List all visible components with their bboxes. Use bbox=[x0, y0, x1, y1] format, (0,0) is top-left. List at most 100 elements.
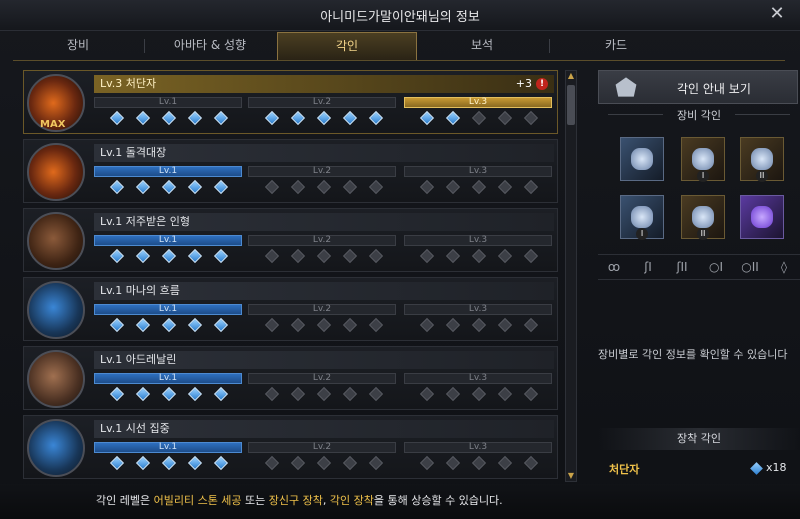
engraving-point-gem bbox=[523, 386, 539, 402]
stone-icon bbox=[751, 206, 773, 228]
engraving-point-gem bbox=[187, 386, 203, 402]
engraving-row-adrenaline[interactable]: Lv.1 아드레날린 Lv.1 Lv.2 Lv.3 bbox=[23, 346, 558, 410]
earring-1-filter-icon[interactable]: ʃI bbox=[634, 257, 662, 277]
engraving-point-gem bbox=[135, 179, 151, 195]
engraving-point-gem bbox=[497, 179, 513, 195]
engraving-point-gem bbox=[419, 455, 435, 471]
engraving-row-charge[interactable]: Lv.1 돌격대장 Lv.1 Lv.2 Lv.3 bbox=[23, 139, 558, 203]
necklace-slot[interactable] bbox=[620, 137, 664, 181]
engraving-point-gem bbox=[264, 248, 280, 264]
guide-label: 각인 안내 보기 bbox=[677, 82, 751, 96]
engraving-row-executioner[interactable]: MAX Lv.3 처단자 +3 ! Lv.1 Lv.2 Lv.3 bbox=[23, 70, 558, 134]
engraving-point-gem bbox=[471, 179, 487, 195]
engraving-point-gem bbox=[264, 110, 280, 126]
level-segment-1: Lv.1 bbox=[94, 97, 242, 108]
engraving-point-gem bbox=[342, 317, 358, 333]
tab-cards[interactable]: 카드 bbox=[549, 32, 683, 59]
ring-2-filter-icon[interactable]: ○II bbox=[736, 257, 764, 277]
engraving-point-gem bbox=[187, 455, 203, 471]
ring-1-filter-icon[interactable]: ○I bbox=[702, 257, 730, 277]
engraving-name: Lv.1 돌격대장 bbox=[94, 144, 554, 162]
tab-equipment[interactable]: 장비 bbox=[13, 32, 143, 59]
level-segment-2: Lv.2 bbox=[248, 442, 396, 453]
necklace-filter-icon[interactable]: ꝏ bbox=[600, 257, 628, 277]
engraving-list: MAX Lv.3 처단자 +3 ! Lv.1 Lv.2 Lv.3 Lv.1 돌격… bbox=[23, 70, 558, 482]
equipment-info-text: 장비별로 각인 정보를 확인할 수 있습니다 bbox=[598, 348, 788, 361]
tab-gems[interactable]: 보석 bbox=[415, 32, 549, 59]
engraving-row-cursed-doll[interactable]: Lv.1 저주받은 인형 Lv.1 Lv.2 Lv.3 bbox=[23, 208, 558, 272]
engraving-point-gem bbox=[445, 317, 461, 333]
engraving-point-gem bbox=[419, 317, 435, 333]
engraving-point-gem bbox=[135, 317, 151, 333]
adrenaline-icon bbox=[27, 350, 85, 408]
tab-avatar[interactable]: 아바타 & 성향 bbox=[143, 32, 277, 59]
earring-2-filter-icon[interactable]: ʃII bbox=[668, 257, 696, 277]
engraving-point-gem bbox=[316, 386, 332, 402]
engraving-point-gem bbox=[368, 386, 384, 402]
ability-stone-slot[interactable] bbox=[740, 195, 784, 239]
engraving-point-gem bbox=[290, 179, 306, 195]
scroll-up-icon[interactable]: ▲ bbox=[566, 71, 576, 81]
book-icon bbox=[615, 77, 637, 97]
engraving-point-gem bbox=[135, 248, 151, 264]
ring-2-slot[interactable]: II bbox=[681, 195, 725, 240]
engraving-point-gem bbox=[497, 317, 513, 333]
engraving-point-gem bbox=[523, 248, 539, 264]
scroll-down-icon[interactable]: ▼ bbox=[566, 471, 576, 481]
mounted-engraving-count: x18 bbox=[766, 461, 787, 474]
engraving-point-gem bbox=[445, 110, 461, 126]
engraving-point-gem bbox=[135, 455, 151, 471]
list-scrollbar[interactable]: ▲ ▼ bbox=[565, 70, 577, 482]
slot-number: I bbox=[697, 170, 709, 182]
engraving-point-gem bbox=[368, 248, 384, 264]
level-segment-1: Lv.1 bbox=[94, 442, 242, 453]
engraving-point-gem bbox=[523, 455, 539, 471]
engraving-point-gem bbox=[109, 179, 125, 195]
engraving-point-gem bbox=[161, 317, 177, 333]
equipment-engraving-heading: 장비 각인 bbox=[598, 107, 800, 123]
hint-text: , bbox=[322, 494, 330, 507]
engraving-point-gem bbox=[497, 455, 513, 471]
engraving-point-gem bbox=[264, 386, 280, 402]
slot-number: I bbox=[636, 228, 648, 240]
engraving-point-gem bbox=[109, 248, 125, 264]
engraving-point-gem bbox=[368, 110, 384, 126]
engraving-point-gem bbox=[342, 248, 358, 264]
ring-icon bbox=[692, 206, 714, 228]
engraving-name: Lv.1 시선 집중 bbox=[94, 420, 554, 438]
stone-filter-icon[interactable]: ◊ bbox=[770, 257, 798, 277]
engraving-point-gem bbox=[187, 110, 203, 126]
engraving-point-gem bbox=[368, 179, 384, 195]
engraving-point-gem bbox=[497, 386, 513, 402]
engraving-name: Lv.1 저주받은 인형 bbox=[94, 213, 554, 231]
tab-engraving[interactable]: 각인 bbox=[277, 32, 417, 60]
level-segment-2: Lv.2 bbox=[248, 166, 396, 177]
scroll-thumb[interactable] bbox=[567, 85, 575, 125]
level-segment-1: Lv.1 bbox=[94, 235, 242, 246]
engraving-row-concentration[interactable]: Lv.1 시선 집중 Lv.1 Lv.2 Lv.3 bbox=[23, 415, 558, 479]
engraving-point-gem bbox=[368, 317, 384, 333]
engraving-point-gem bbox=[161, 179, 177, 195]
engraving-point-gem bbox=[419, 179, 435, 195]
ring-icon bbox=[631, 206, 653, 228]
engraving-point-gem bbox=[161, 110, 177, 126]
earring-icon bbox=[751, 148, 773, 170]
engraving-row-mana-flow[interactable]: Lv.1 마나의 흐름 Lv.1 Lv.2 Lv.3 bbox=[23, 277, 558, 341]
hint-text: 또는 bbox=[241, 494, 269, 507]
hint-highlight: 어빌리티 스톤 세공 bbox=[153, 494, 242, 507]
title-bar[interactable]: 아니미드가말이안돼님의 정보 ✕ bbox=[0, 0, 800, 31]
engraving-point-gem bbox=[109, 317, 125, 333]
close-icon[interactable]: ✕ bbox=[766, 3, 788, 25]
earring-1-slot[interactable]: I bbox=[681, 137, 725, 182]
hint-text: 을 통해 상승할 수 있습니다. bbox=[373, 494, 503, 507]
engraving-point-gem bbox=[290, 317, 306, 333]
engraving-name: Lv.1 마나의 흐름 bbox=[94, 282, 554, 300]
engraving-point-gem bbox=[471, 386, 487, 402]
window-title: 아니미드가말이안돼님의 정보 bbox=[320, 10, 480, 25]
engraving-name: Lv.3 처단자 +3 ! bbox=[94, 75, 554, 93]
ring-1-slot[interactable]: I bbox=[620, 195, 664, 240]
engraving-guide-button[interactable]: 각인 안내 보기 bbox=[598, 70, 798, 104]
earring-2-slot[interactable]: II bbox=[740, 137, 784, 182]
level-segment-3: Lv.3 bbox=[404, 442, 552, 453]
engraving-point-gem bbox=[109, 455, 125, 471]
